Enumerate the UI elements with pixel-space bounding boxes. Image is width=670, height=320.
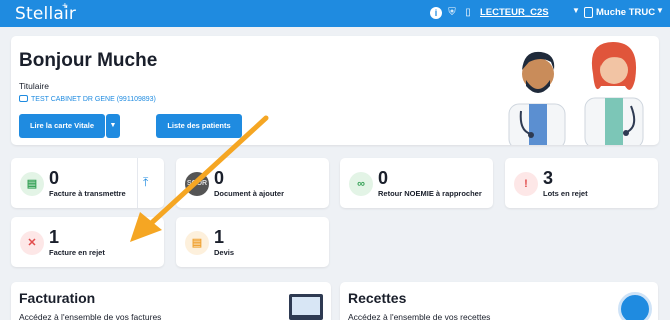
user-menu[interactable]: Muche TRUC <box>596 7 655 18</box>
card-reader-icon[interactable]: ▯ <box>462 7 474 19</box>
page-title: Bonjour Muche <box>19 50 158 71</box>
welcome-card: Bonjour Muche Titulaire TEST CABINET DR … <box>11 36 659 145</box>
revenue-section[interactable]: Recettes Accédez à l'ensemble de vos rec… <box>340 282 658 320</box>
monitor-icon <box>289 294 323 320</box>
divider <box>137 158 138 208</box>
file-icon: ▤ <box>20 172 44 196</box>
cabinet-link[interactable]: TEST CABINET DR GENE (991109893) <box>19 95 156 103</box>
user-role: Titulaire <box>19 81 49 91</box>
vitale-dropdown-button[interactable]: ▼ <box>106 114 120 138</box>
cabinet-icon <box>19 95 28 102</box>
user-badge-icon <box>584 7 593 18</box>
section-subtitle: Accédez à l'ensemble de vos recettes <box>348 312 491 320</box>
stat-value: 1 <box>214 227 225 247</box>
patient-list-button[interactable]: Liste des patients <box>156 114 242 138</box>
stat-value: 0 <box>214 168 225 188</box>
stat-card-rejected-invoice[interactable]: ✕ 1 Facture en rejet <box>11 217 164 267</box>
reader-select[interactable]: LECTEUR_C2S <box>480 7 549 18</box>
read-vitale-button[interactable]: Lire la carte Vitale <box>19 114 105 138</box>
stat-card-invoices-to-send[interactable]: ▤ 0 Facture à transmettre ⤒ <box>11 158 164 208</box>
stat-card-rejected-batches[interactable]: ! 3 Lots en rejet <box>505 158 658 208</box>
alert-icon: ! <box>514 172 538 196</box>
stat-card-noemie[interactable]: ∞ 0 Retour NOEMIE à rapprocher <box>340 158 493 208</box>
section-title: Facturation <box>19 290 96 306</box>
stat-label: Document à ajouter <box>214 189 285 198</box>
scor-icon: SCOR <box>185 172 209 196</box>
link-icon: ∞ <box>349 172 373 196</box>
stat-value: 0 <box>378 168 389 188</box>
revenue-icon <box>618 292 652 320</box>
doctors-illustration <box>508 42 644 145</box>
stat-label: Devis <box>214 248 235 257</box>
chevron-down-icon[interactable]: ▼ <box>572 6 580 15</box>
upload-icon[interactable]: ⤒ <box>143 175 148 190</box>
stat-label: Facture en rejet <box>49 248 105 257</box>
stat-value: 3 <box>543 168 554 188</box>
close-circle-icon: ✕ <box>20 231 44 255</box>
stat-label: Retour NOEMIE à rapprocher <box>378 189 482 198</box>
stat-label: Lots en rejet <box>543 189 588 198</box>
cabinet-label: TEST CABINET DR GENE (991109893) <box>31 96 156 103</box>
top-bar: Stellair + i ⛨ ▯ LECTEUR_C2S ▼ Muche TRU… <box>0 0 670 27</box>
section-subtitle: Accédez à l'ensemble de vos factures <box>19 312 162 320</box>
chevron-down-icon[interactable]: ▼ <box>656 6 664 15</box>
stat-label: Facture à transmettre <box>49 189 126 198</box>
stat-value: 1 <box>49 227 60 247</box>
stat-card-quotes[interactable]: ▤ 1 Devis <box>176 217 329 267</box>
stat-card-documents[interactable]: SCOR 0 Document à ajouter <box>176 158 329 208</box>
info-icon[interactable]: i <box>430 7 442 19</box>
document-icon: ▤ <box>185 231 209 255</box>
logo-star-icon: + <box>62 1 68 12</box>
shield-icon[interactable]: ⛨ <box>446 7 458 19</box>
billing-section[interactable]: Facturation Accédez à l'ensemble de vos … <box>11 282 331 320</box>
stat-value: 0 <box>49 168 60 188</box>
section-title: Recettes <box>348 290 407 306</box>
